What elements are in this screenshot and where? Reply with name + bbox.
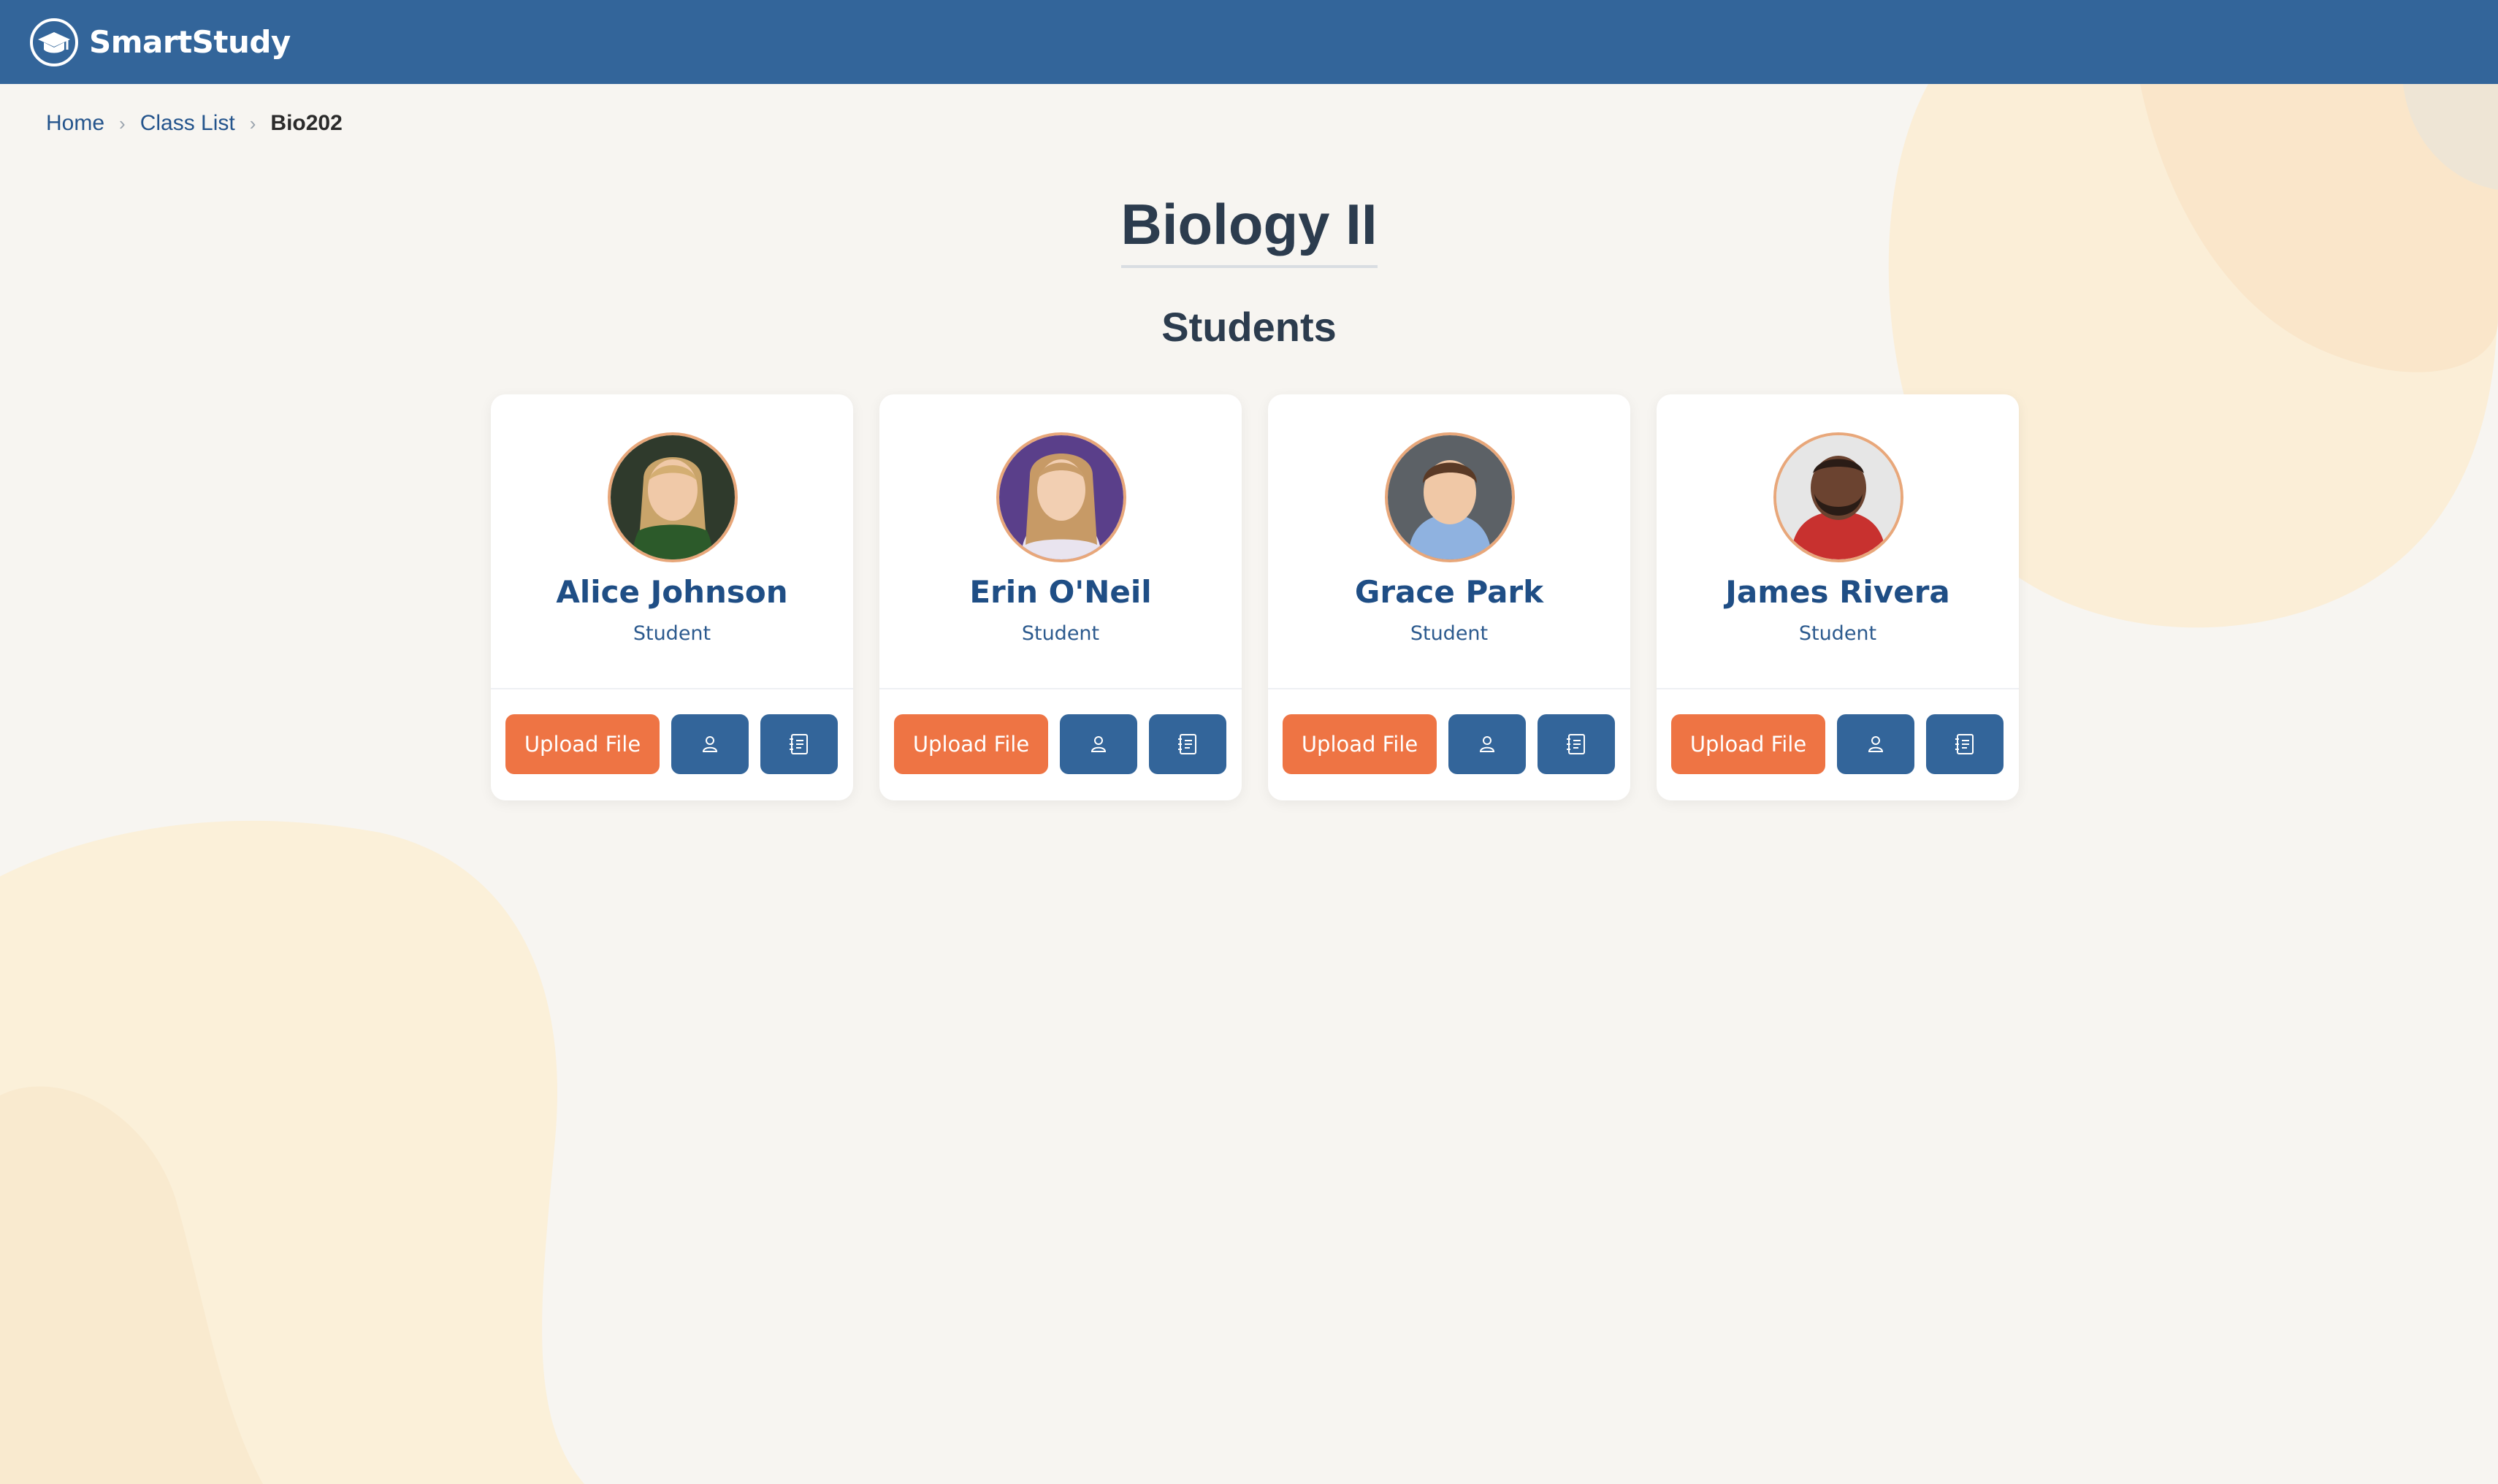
user-icon (1478, 735, 1497, 754)
student-avatar (996, 432, 1126, 562)
notes-button[interactable] (1926, 714, 2004, 774)
student-card-actions: Upload File (1671, 714, 2004, 774)
upload-file-button[interactable]: Upload File (505, 714, 660, 774)
student-card-actions: Upload File (505, 714, 838, 774)
student-role: Student (1798, 622, 1877, 645)
brand-name: SmartStudy (89, 24, 291, 60)
student-card: Grace Park Student Upload File (1268, 394, 1630, 800)
student-card-actions: Upload File (1283, 714, 1615, 774)
brand-link[interactable]: SmartStudy (29, 18, 291, 67)
top-navbar: SmartStudy (0, 0, 2498, 84)
student-card: James Rivera Student Upload File (1657, 394, 2019, 800)
student-avatar (608, 432, 738, 562)
notes-button[interactable] (1149, 714, 1226, 774)
user-icon (1089, 735, 1108, 754)
student-name: Erin O'Neil (969, 574, 1152, 610)
breadcrumb-current: Bio202 (270, 111, 343, 135)
student-card: Alice Johnson Student Upload File (491, 394, 853, 800)
student-card-header: Erin O'Neil Student (879, 394, 1242, 689)
user-icon (1866, 735, 1885, 754)
breadcrumb-chevron-icon: › (249, 112, 256, 134)
student-role: Student (1021, 622, 1100, 645)
student-role: Student (633, 622, 711, 645)
view-profile-button[interactable] (1060, 714, 1137, 774)
notes-button[interactable] (760, 714, 838, 774)
notes-button[interactable] (1538, 714, 1615, 774)
notebook-icon (1954, 733, 1976, 756)
breadcrumb-home-link[interactable]: Home (46, 111, 104, 136)
notebook-icon (1565, 733, 1587, 756)
view-profile-button[interactable] (1837, 714, 1914, 774)
student-name: James Rivera (1725, 574, 1950, 610)
student-role: Student (1410, 622, 1489, 645)
student-name: Grace Park (1354, 574, 1544, 610)
graduation-cap-logo-icon (29, 18, 79, 67)
student-avatar (1385, 432, 1515, 562)
user-icon (700, 735, 719, 754)
student-card: Erin O'Neil Student Upload File (879, 394, 1242, 800)
student-card-actions: Upload File (894, 714, 1226, 774)
upload-file-button[interactable]: Upload File (1283, 714, 1437, 774)
section-title: Students (1161, 304, 1337, 350)
view-profile-button[interactable] (1448, 714, 1526, 774)
student-card-header: James Rivera Student (1657, 394, 2019, 689)
page-title: Biology II (1120, 191, 1378, 268)
upload-file-button[interactable]: Upload File (894, 714, 1048, 774)
breadcrumb-chevron-icon: › (119, 112, 126, 134)
student-card-header: Grace Park Student (1268, 394, 1630, 689)
breadcrumb: Home › Class List › Bio202 (46, 111, 343, 136)
student-name: Alice Johnson (556, 574, 788, 610)
student-card-header: Alice Johnson Student (491, 394, 853, 689)
notebook-icon (1177, 733, 1199, 756)
upload-file-button[interactable]: Upload File (1671, 714, 1825, 774)
page-title-wrapper: Biology II (0, 191, 2498, 268)
student-avatar (1773, 432, 1903, 562)
view-profile-button[interactable] (671, 714, 749, 774)
notebook-icon (788, 733, 810, 756)
breadcrumb-class-list-link[interactable]: Class List (140, 111, 235, 136)
